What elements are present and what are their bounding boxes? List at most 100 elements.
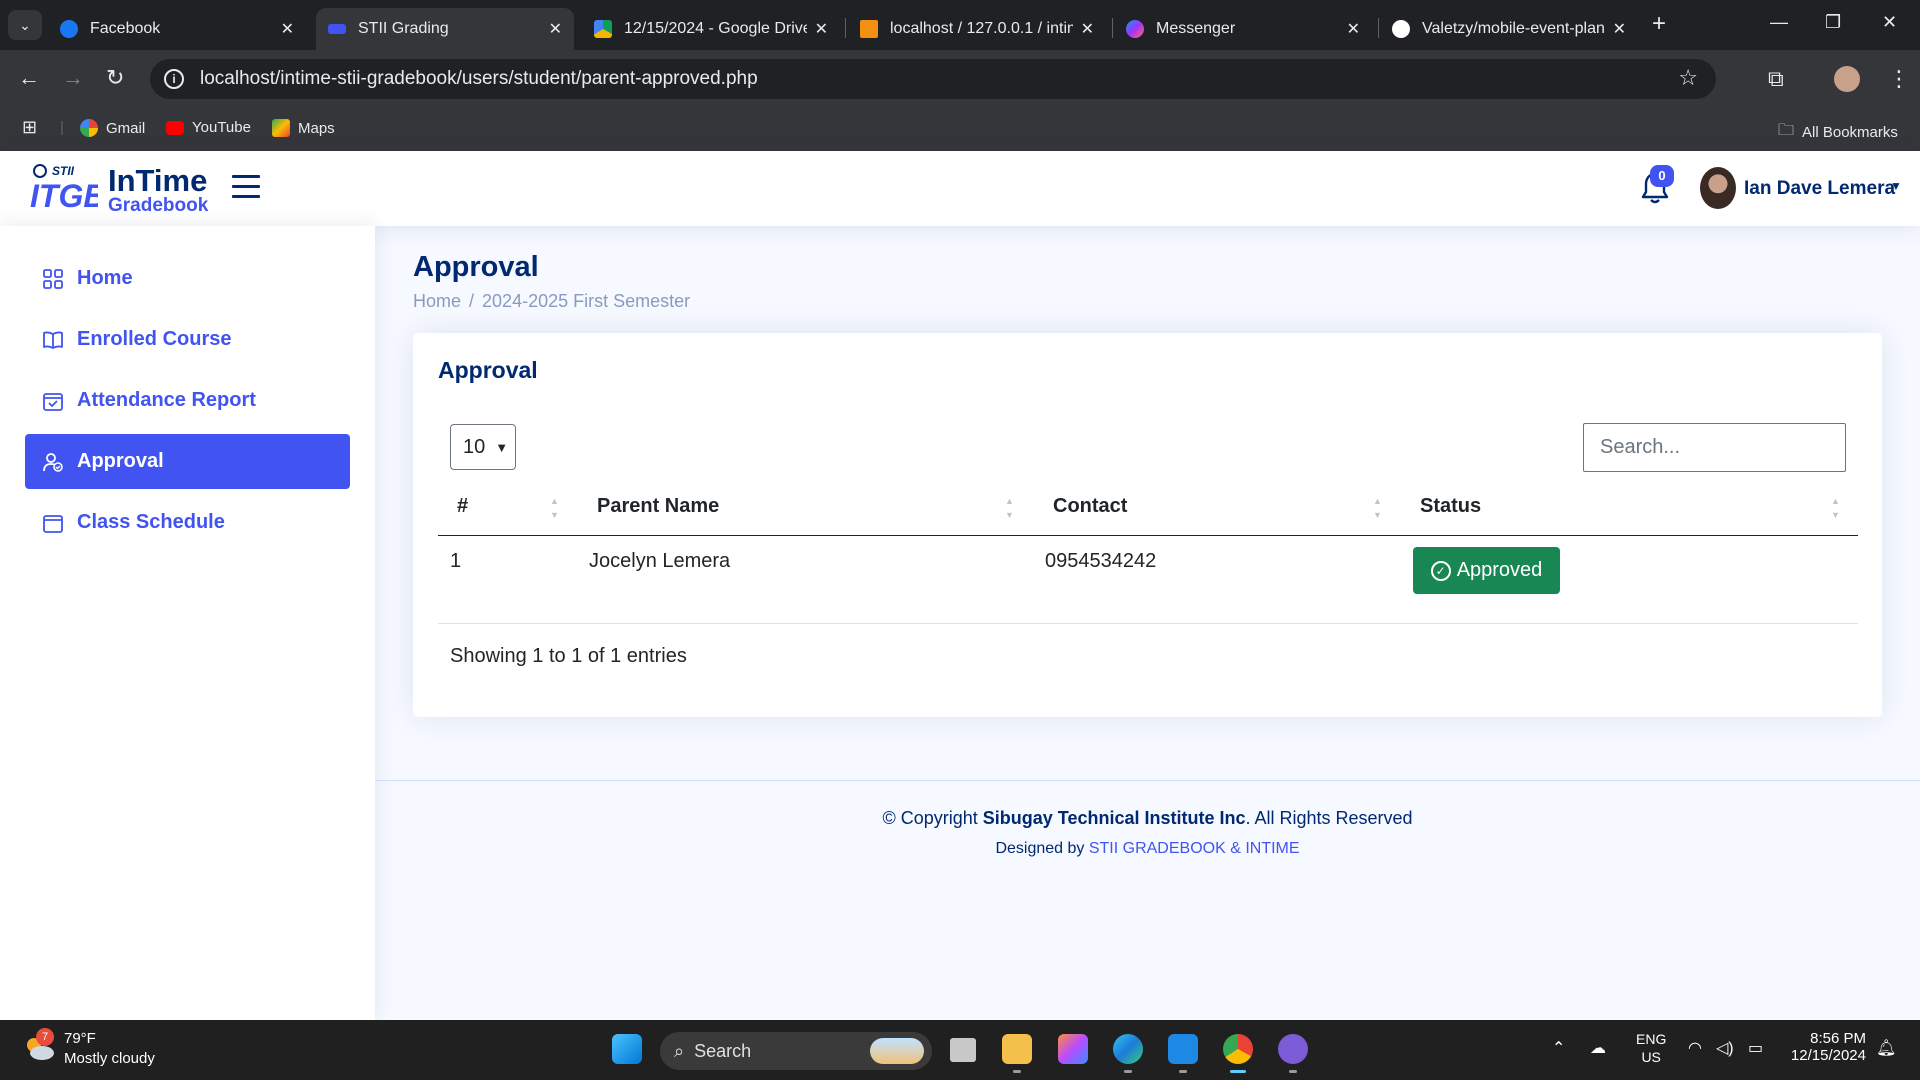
tab-github[interactable]: Valetzy/mobile-event-plan ✕: [1380, 8, 1638, 50]
system-clock[interactable]: 8:56 PM 12/15/2024: [1786, 1030, 1866, 1064]
restore-button[interactable]: ❐: [1825, 12, 1841, 33]
url-text: localhost/intime-stii-gradebook/users/st…: [200, 68, 758, 89]
tab-google-drive[interactable]: 12/15/2024 - Google Drive ✕: [582, 8, 840, 50]
bookmarks-divider: |: [60, 119, 64, 136]
bookmark-star-icon[interactable]: ☆: [1678, 65, 1698, 91]
site-info-icon[interactable]: i: [164, 69, 184, 89]
running-indicator: [1179, 1070, 1187, 1073]
breadcrumb-home-link[interactable]: Home: [413, 291, 461, 311]
sort-icon[interactable]: ▲ ▼: [1005, 494, 1014, 522]
extensions-icon[interactable]: ⧉: [1768, 66, 1784, 92]
chrome-icon[interactable]: [1223, 1034, 1253, 1064]
reload-button[interactable]: ↻: [106, 64, 124, 92]
column-header-number[interactable]: #: [457, 495, 468, 518]
sidebar-item-label: Class Schedule: [77, 511, 225, 533]
footer-divider: [375, 780, 1920, 781]
menu-kebab-icon[interactable]: ⋮: [1888, 66, 1910, 92]
back-button[interactable]: ←: [18, 64, 40, 92]
close-window-button[interactable]: ✕: [1882, 12, 1897, 33]
close-icon[interactable]: ✕: [815, 19, 828, 39]
facebook-icon: [60, 20, 78, 38]
sidebar-item-label: Home: [77, 267, 133, 289]
user-name[interactable]: Ian Dave Lemera: [1744, 178, 1895, 200]
wifi-icon[interactable]: ◠: [1688, 1038, 1702, 1058]
minimize-button[interactable]: —: [1770, 12, 1788, 33]
sidebar-item-home[interactable]: Home: [25, 251, 350, 306]
windows-start-icon[interactable]: [612, 1034, 642, 1064]
bookmark-gmail[interactable]: Gmail: [80, 119, 145, 137]
check-circle-icon: ✓: [1430, 560, 1451, 581]
file-explorer-icon[interactable]: [1002, 1034, 1032, 1064]
sort-icon[interactable]: ▲ ▼: [1373, 494, 1382, 522]
column-header-parent-name[interactable]: Parent Name: [597, 495, 719, 518]
all-bookmarks-button[interactable]: 🗀 All Bookmarks: [1778, 119, 1898, 146]
taskbar-search[interactable]: ⌕ Search: [660, 1032, 932, 1070]
intime-logo-icon[interactable]: STII ITGB: [28, 161, 98, 213]
address-bar[interactable]: i localhost/intime-stii-gradebook/users/…: [150, 59, 1716, 99]
close-icon[interactable]: ✕: [1347, 19, 1360, 39]
apps-grid-icon[interactable]: ⊞: [22, 117, 37, 138]
battery-icon[interactable]: ▭: [1748, 1038, 1763, 1058]
google-icon: [80, 119, 98, 137]
grid-icon: [43, 268, 63, 289]
tab-messenger[interactable]: Messenger ✕: [1114, 8, 1372, 50]
close-icon[interactable]: ✕: [1081, 19, 1094, 39]
column-header-status[interactable]: Status: [1420, 495, 1481, 518]
entries-per-page-value: 10: [463, 435, 486, 458]
task-view-icon[interactable]: [950, 1038, 976, 1062]
edge-icon[interactable]: [1113, 1034, 1143, 1064]
svg-text:STII: STII: [52, 164, 75, 178]
svg-text:ITGB: ITGB: [30, 178, 98, 213]
notification-center-icon[interactable]: 🔔︎: [1876, 1038, 1896, 1058]
tab-title: Facebook: [90, 20, 161, 37]
contact-cell: 0954534242: [1045, 550, 1157, 572]
column-header-contact[interactable]: Contact: [1053, 495, 1127, 518]
copyright-suffix: . All Rights Reserved: [1245, 808, 1413, 828]
entries-per-page-select[interactable]: 10 ▼: [450, 424, 516, 470]
designer-link[interactable]: STII GRADEBOOK & INTIME: [1089, 840, 1300, 857]
bookmark-label: Gmail: [106, 119, 146, 137]
search-input[interactable]: Search...: [1583, 423, 1846, 472]
approved-status-button[interactable]: ✓ Approved: [1413, 547, 1560, 594]
vscode-icon[interactable]: [1168, 1034, 1198, 1064]
table-info-text: Showing 1 to 1 of 1 entries: [450, 645, 687, 667]
bookmark-maps[interactable]: Maps: [272, 119, 335, 137]
notification-badge: 0: [1650, 165, 1674, 187]
designed-by-prefix: Designed by: [995, 840, 1085, 857]
bookmark-youtube[interactable]: YouTube: [166, 119, 251, 136]
caret-down-icon[interactable]: ▼: [1890, 179, 1902, 193]
tab-facebook[interactable]: Facebook ✕: [48, 8, 306, 50]
maps-icon: [272, 119, 290, 137]
show-hidden-icons-chevron-icon[interactable]: ⌃: [1552, 1038, 1565, 1058]
new-tab-button[interactable]: +: [1652, 12, 1666, 36]
sidebar-item-attendance-report[interactable]: Attendance Report: [25, 373, 350, 428]
onedrive-icon[interactable]: ☁: [1590, 1038, 1606, 1058]
forward-button[interactable]: →: [62, 64, 84, 92]
close-icon[interactable]: ✕: [281, 19, 294, 39]
running-indicator: [1124, 1070, 1132, 1073]
sidebar-item-enrolled-course[interactable]: Enrolled Course: [25, 312, 350, 367]
sort-icon[interactable]: ▲ ▼: [1831, 494, 1840, 522]
sidebar-item-class-schedule[interactable]: Class Schedule: [25, 495, 350, 550]
breadcrumb-current: 2024-2025 First Semester: [482, 291, 691, 311]
tab-search-button[interactable]: ⌄: [8, 10, 42, 40]
avatar[interactable]: [1700, 167, 1736, 209]
github-desktop-icon[interactable]: [1278, 1034, 1308, 1064]
profile-avatar-icon[interactable]: [1834, 66, 1860, 92]
tab-stii-grading[interactable]: STII Grading ✕: [316, 8, 574, 50]
language-indicator[interactable]: ENG US: [1636, 1030, 1666, 1066]
sort-icon[interactable]: ▲ ▼: [550, 494, 559, 522]
language-code: ENG: [1636, 1031, 1667, 1047]
messenger-icon: [1126, 20, 1144, 38]
bookmark-label: Maps: [298, 119, 335, 137]
book-icon: [43, 331, 63, 349]
close-icon[interactable]: ✕: [549, 19, 562, 39]
tab-phpmyadmin[interactable]: localhost / 127.0.0.1 / intim ✕: [848, 8, 1106, 50]
volume-icon[interactable]: ◁): [1716, 1038, 1734, 1058]
windows-taskbar: 7 79°F Mostly cloudy ⌕ Search ⌃ ☁ ENG US…: [0, 1020, 1920, 1080]
sidebar-toggle-button[interactable]: [232, 175, 260, 199]
taskbar-search-label: Search: [694, 1040, 752, 1061]
close-icon[interactable]: ✕: [1613, 19, 1626, 39]
sidebar-item-approval[interactable]: Approval: [25, 434, 350, 489]
copilot-icon[interactable]: [1058, 1034, 1088, 1064]
